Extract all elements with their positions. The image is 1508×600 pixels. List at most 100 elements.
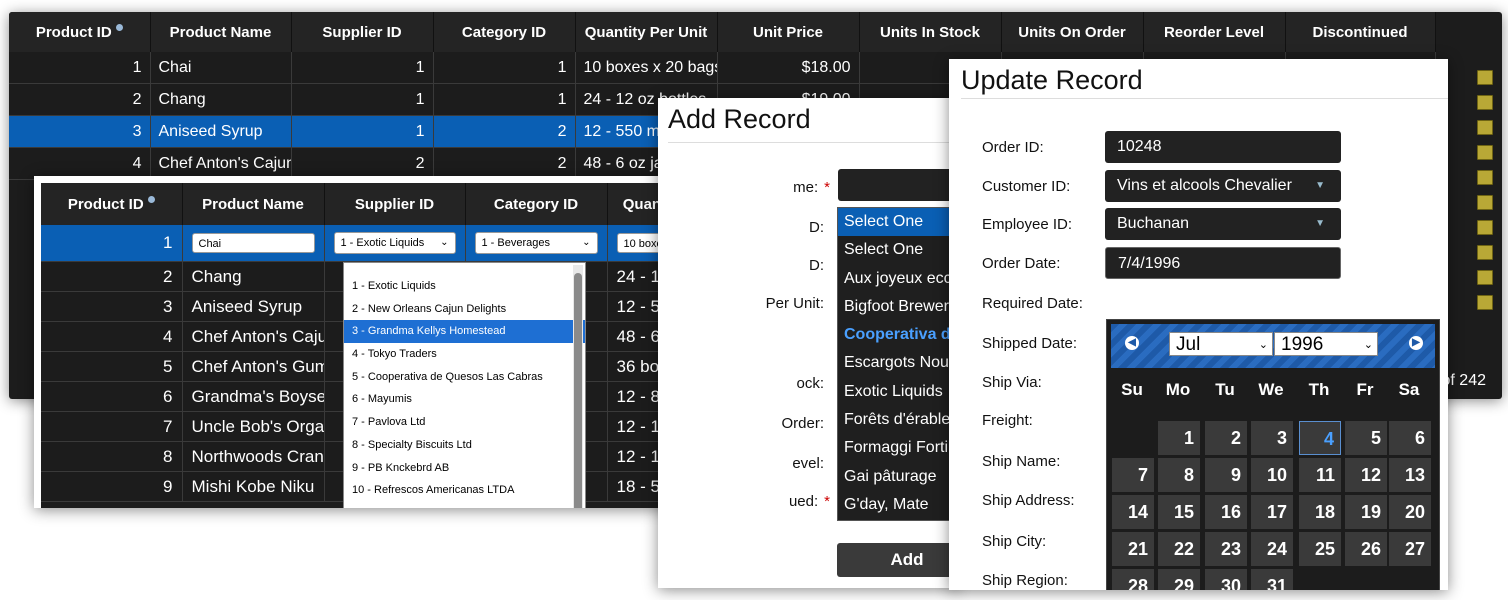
product-name-input[interactable]: Chai [191, 233, 315, 253]
calendar-day[interactable]: 21 [1112, 532, 1154, 566]
calendar-day[interactable]: 11 [1299, 458, 1341, 492]
calendar-day[interactable]: 24 [1251, 532, 1293, 566]
next-month-icon[interactable]: ▶ [1409, 336, 1423, 350]
column-header-units-in-stock[interactable]: Units In Stock [859, 12, 1002, 52]
edit-row-icon[interactable] [1477, 245, 1493, 260]
select-list-item[interactable]: G'day, Mate [838, 491, 958, 519]
column-header-product-id[interactable]: Product ID [41, 183, 183, 225]
supplier-select[interactable]: 1 - Exotic Liquids ⌄ [333, 232, 456, 254]
prev-month-icon[interactable]: ◀ [1125, 336, 1139, 350]
product-name-field[interactable] [838, 169, 958, 201]
calendar-day[interactable]: 12 [1345, 458, 1387, 492]
calendar-day[interactable]: 7 [1112, 458, 1154, 492]
year-select-value: 1996 [1281, 334, 1324, 355]
select-list-header[interactable]: Select One [838, 208, 958, 237]
column-header-product-id[interactable]: Product ID [9, 12, 151, 52]
edit-row-icon[interactable] [1477, 295, 1493, 310]
calendar-day[interactable]: 8 [1158, 458, 1200, 492]
column-header-units-on-order[interactable]: Units On Order [1001, 12, 1144, 52]
dropdown-option[interactable]: 2 - New Orleans Cajun Delights [344, 298, 585, 321]
calendar-day[interactable]: 17 [1251, 495, 1293, 529]
calendar-day[interactable]: 26 [1345, 532, 1387, 566]
form-label: evel: [792, 455, 824, 472]
select-list-item[interactable]: Gai pâturage [838, 463, 958, 491]
select-list-item[interactable]: Forêts d'érables [838, 406, 958, 434]
dropdown-option[interactable]: 4 - Tokyo Traders [344, 343, 585, 366]
column-header-product-name[interactable]: Product Name [182, 183, 325, 225]
edit-row-icon[interactable] [1477, 270, 1493, 285]
scrollbar-thumb[interactable] [574, 273, 582, 508]
dropdown-option[interactable]: 1 - Exotic Liquids [344, 275, 585, 298]
column-header-unit-price[interactable]: Unit Price [717, 12, 860, 52]
calendar-day[interactable]: 2 [1205, 421, 1247, 455]
calendar-day[interactable]: 4 [1299, 421, 1341, 455]
column-header-category-id[interactable]: Category ID [433, 12, 576, 52]
dropdown-option[interactable]: 5 - Cooperativa de Quesos Las Cabras [344, 366, 585, 389]
dropdown-option-highlighted[interactable]: 3 - Grandma Kellys Homestead [344, 320, 585, 344]
form-label: D: [809, 257, 824, 274]
calendar-day[interactable]: 28 [1112, 569, 1154, 590]
column-header-reorder-level[interactable]: Reorder Level [1143, 12, 1286, 52]
edit-row-icon[interactable] [1477, 120, 1493, 135]
edit-row-icon[interactable] [1477, 170, 1493, 185]
calendar-day[interactable]: 29 [1158, 569, 1200, 590]
calendar-day[interactable]: 22 [1158, 532, 1200, 566]
calendar-day[interactable]: 3 [1251, 421, 1293, 455]
edit-row-icon[interactable] [1477, 95, 1493, 110]
calendar-day[interactable]: 14 [1112, 495, 1154, 529]
column-header-supplier-id[interactable]: Supplier ID [291, 12, 434, 52]
calendar-day[interactable]: 16 [1205, 495, 1247, 529]
category-select[interactable]: 1 - Beverages ⌄ [474, 232, 598, 254]
order-id-field[interactable]: 10248 [1105, 131, 1341, 163]
calendar-day[interactable]: 9 [1205, 458, 1247, 492]
column-header-category-id[interactable]: Category ID [465, 183, 608, 225]
calendar-day[interactable]: 13 [1389, 458, 1431, 492]
dropdown-option[interactable]: 8 - Specialty Biscuits Ltd [344, 434, 585, 457]
select-list-item[interactable]: Select One [838, 236, 958, 264]
dropdown-option[interactable]: 7 - Pavlova Ltd [344, 411, 585, 434]
edit-row-icon[interactable] [1477, 195, 1493, 210]
calendar-day[interactable]: 25 [1299, 532, 1341, 566]
calendar-day[interactable]: 31 [1251, 569, 1293, 590]
edit-row-icon[interactable] [1477, 220, 1493, 235]
select-list-item[interactable]: Escargots Nouveaux [838, 349, 958, 377]
edit-row-icon[interactable] [1477, 145, 1493, 160]
select-list-item[interactable]: Bigfoot Breweries [838, 293, 958, 321]
calendar-day[interactable]: 19 [1345, 495, 1387, 529]
add-button[interactable]: Add [837, 543, 958, 577]
sort-indicator-icon [147, 195, 155, 203]
customer-id-select[interactable]: Vins et alcools Chevalier ▼ [1105, 170, 1341, 202]
calendar-day[interactable]: 5 [1345, 421, 1387, 455]
calendar-day[interactable]: 23 [1205, 532, 1247, 566]
dropdown-option[interactable]: 6 - Mayumis [344, 388, 585, 411]
column-header-discontinued[interactable]: Discontinued [1285, 12, 1436, 52]
calendar-day[interactable]: 1 [1158, 421, 1200, 455]
calendar-day[interactable]: 27 [1389, 532, 1431, 566]
dropdown-option[interactable]: 9 - PB Knckebrd AB [344, 457, 585, 480]
employee-id-select[interactable]: Buchanan ▼ [1105, 208, 1341, 240]
supplier-dropdown-list[interactable]: 1 - Exotic Liquids 2 - New Orleans Cajun… [343, 262, 586, 508]
select-list-item[interactable]: Aux joyeux ecclésiastiques [838, 265, 958, 293]
required-marker: * [824, 493, 830, 510]
calendar-day[interactable]: 10 [1251, 458, 1293, 492]
supplier-select-list[interactable]: Select One Select One Aux joyeux ecclési… [837, 207, 958, 521]
year-select[interactable]: 1996 ⌄ [1274, 332, 1378, 356]
calendar-day[interactable]: 20 [1389, 495, 1431, 529]
select-list-item[interactable]: Exotic Liquids [838, 378, 958, 406]
select-list-item-highlighted[interactable]: Cooperativa de Quesos Las Cabras [838, 321, 958, 349]
calendar-day[interactable]: 30 [1205, 569, 1247, 590]
form-label: me: * [728, 179, 830, 196]
cell-product-id: 8 [41, 441, 183, 472]
column-header-quantity-per-unit[interactable]: Quantity Per Unit [575, 12, 718, 52]
month-select[interactable]: Jul ⌄ [1169, 332, 1273, 356]
calendar-day[interactable]: 18 [1299, 495, 1341, 529]
column-header-product-name[interactable]: Product Name [150, 12, 292, 52]
order-date-field[interactable]: 7/4/1996 [1105, 247, 1341, 279]
edit-row-icon[interactable] [1477, 70, 1493, 85]
dropdown-option[interactable]: 10 - Refrescos Americanas LTDA [344, 479, 585, 502]
select-list-item[interactable]: Formaggi Fortini s.r.l. [838, 434, 958, 462]
dropdown-scrollbar[interactable] [573, 265, 583, 508]
column-header-supplier-id[interactable]: Supplier ID [324, 183, 466, 225]
calendar-day[interactable]: 15 [1158, 495, 1200, 529]
calendar-day[interactable]: 6 [1389, 421, 1431, 455]
